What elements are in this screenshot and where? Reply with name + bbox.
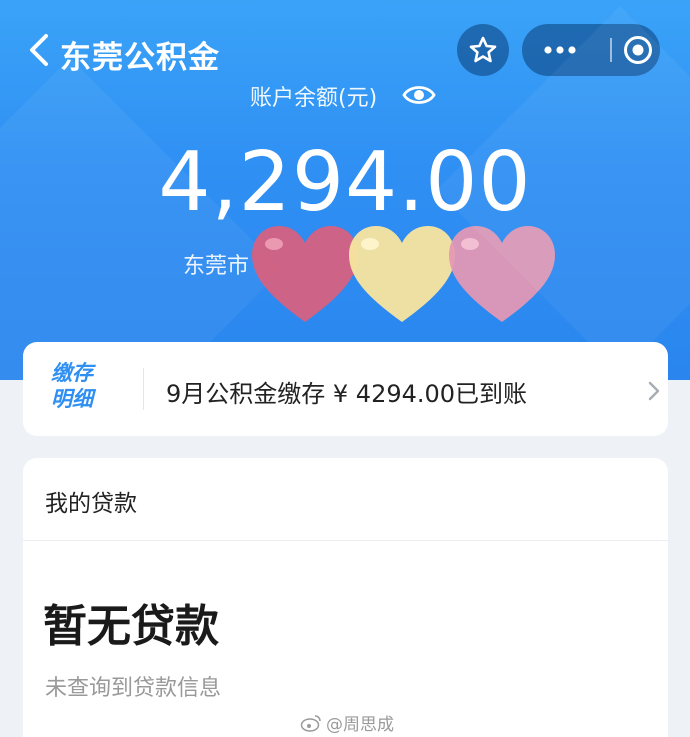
back-button[interactable] [24, 30, 56, 70]
eye-icon[interactable] [402, 82, 436, 108]
mini-program-capsule [522, 24, 660, 76]
chevron-left-icon [30, 34, 48, 66]
page-title: 东莞公积金 [60, 40, 220, 76]
favorite-button[interactable] [457, 24, 509, 76]
top-nav-bar: 东莞公积金 [0, 18, 690, 82]
tag-line-2: 明细 [51, 387, 93, 411]
notice-divider [143, 368, 144, 410]
tag-line-1: 缴存 [51, 361, 93, 385]
capsule-divider [610, 38, 612, 62]
close-mini-program-button[interactable] [616, 24, 660, 76]
deposit-detail-tag: 缴存 明细 [51, 360, 103, 412]
balance-amount: 4,294.00 [158, 135, 532, 230]
watermark-text: @周思成 [326, 715, 394, 735]
loan-section-title: 我的贷款 [45, 491, 137, 517]
hearts-sticker [252, 226, 555, 322]
heart-red-icon [252, 226, 358, 322]
no-loan-subtitle: 未查询到贷款信息 [45, 676, 222, 701]
no-loan-title: 暂无贷款 [43, 601, 219, 652]
weibo-icon [300, 714, 321, 732]
deposit-notice-card[interactable]: 缴存 明细 9月公积金缴存 ¥ 4294.00已到账 [23, 342, 668, 436]
more-dots-icon [544, 46, 576, 54]
my-loan-card: 我的贷款 暂无贷款 未查询到贷款信息 [23, 458, 668, 737]
chevron-right-icon [648, 381, 660, 401]
deposit-message: 9月公积金缴存 ¥ 4294.00已到账 [166, 380, 528, 408]
balance-hero: 东莞公积金 账户余额(元) 4,294.00 东莞市 [0, 0, 690, 380]
star-icon [469, 36, 497, 63]
weibo-watermark: @周思成 [300, 710, 394, 735]
heart-yellow-icon [349, 226, 455, 322]
heart-pink-icon [449, 226, 555, 322]
target-circle-icon [624, 36, 652, 64]
loan-divider [23, 540, 668, 541]
balance-label: 账户余额(元) [250, 86, 378, 111]
city-label: 东莞市 [183, 254, 250, 279]
more-button[interactable] [522, 24, 598, 76]
